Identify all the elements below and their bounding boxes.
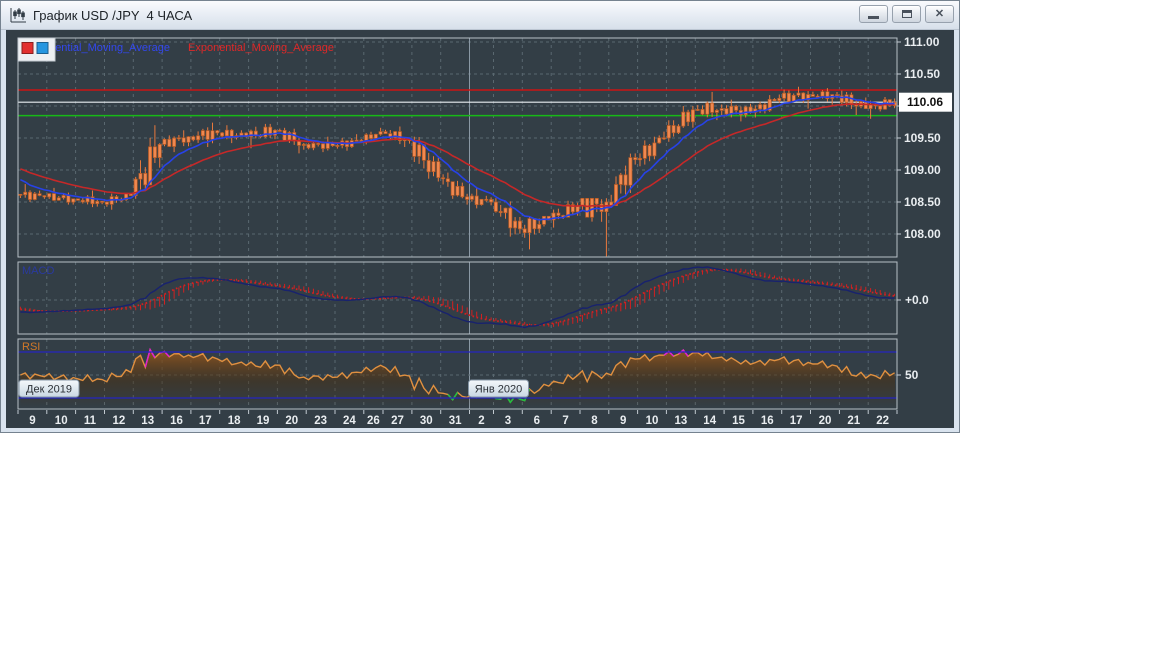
svg-text:21: 21 bbox=[847, 415, 860, 427]
chart-client-area[interactable]: 111.00110.50110.00109.50109.00108.50108.… bbox=[6, 30, 954, 428]
svg-text:15: 15 bbox=[732, 415, 745, 427]
svg-text:20: 20 bbox=[819, 415, 832, 427]
legend-red-swatch bbox=[21, 42, 34, 54]
legend-blue-swatch bbox=[36, 42, 49, 54]
svg-text:110.06: 110.06 bbox=[907, 95, 943, 109]
svg-text:3: 3 bbox=[505, 415, 511, 427]
svg-text:18: 18 bbox=[228, 415, 241, 427]
svg-text:108.50: 108.50 bbox=[904, 195, 941, 209]
current-price-tag: 110.06 bbox=[899, 92, 952, 112]
close-icon: ✕ bbox=[934, 7, 945, 20]
svg-text:7: 7 bbox=[562, 415, 568, 427]
svg-text:+0.0: +0.0 bbox=[905, 293, 929, 307]
svg-text:Янв 2020: Янв 2020 bbox=[475, 384, 522, 396]
svg-text:23: 23 bbox=[314, 415, 327, 427]
minimize-button[interactable] bbox=[859, 5, 888, 23]
minimize-icon bbox=[868, 16, 879, 19]
svg-text:13: 13 bbox=[675, 415, 688, 427]
svg-text:10: 10 bbox=[646, 415, 659, 427]
chart-canvas[interactable]: 111.00110.50110.00109.50109.00108.50108.… bbox=[6, 30, 954, 428]
svg-text:RSI: RSI bbox=[22, 341, 40, 353]
restore-icon bbox=[901, 10, 912, 18]
svg-text:2: 2 bbox=[478, 415, 484, 427]
svg-text:27: 27 bbox=[391, 415, 404, 427]
svg-text:30: 30 bbox=[420, 415, 433, 427]
svg-text:108.00: 108.00 bbox=[904, 227, 941, 241]
svg-text:16: 16 bbox=[170, 415, 183, 427]
svg-text:22: 22 bbox=[876, 415, 889, 427]
svg-text:6: 6 bbox=[534, 415, 540, 427]
candlestick-chart-icon bbox=[9, 7, 27, 23]
svg-text:10: 10 bbox=[55, 415, 68, 427]
svg-text:8: 8 bbox=[591, 415, 598, 427]
svg-text:26: 26 bbox=[367, 415, 380, 427]
svg-text:9: 9 bbox=[29, 415, 35, 427]
svg-text:9: 9 bbox=[620, 415, 626, 427]
svg-text:109.00: 109.00 bbox=[904, 163, 941, 177]
svg-text:17: 17 bbox=[199, 415, 212, 427]
window-controls: ✕ bbox=[859, 5, 954, 23]
svg-text:11: 11 bbox=[84, 415, 97, 427]
svg-text:109.50: 109.50 bbox=[904, 131, 941, 145]
svg-text:110.50: 110.50 bbox=[904, 67, 940, 81]
window-title: График USD /JPY 4 ЧАСА bbox=[33, 7, 193, 23]
svg-text:Exponential_Moving_Average: Exponential_Moving_Average bbox=[188, 42, 334, 54]
month-label-dec: Дек 2019 bbox=[18, 379, 80, 398]
svg-text:16: 16 bbox=[761, 415, 774, 427]
svg-text:20: 20 bbox=[285, 415, 298, 427]
svg-text:19: 19 bbox=[257, 415, 270, 427]
svg-text:12: 12 bbox=[113, 415, 126, 427]
title-bar[interactable]: График USD /JPY 4 ЧАСА ✕ bbox=[1, 1, 959, 30]
month-label-jan: Янв 2020 bbox=[468, 379, 529, 398]
svg-text:50: 50 bbox=[905, 368, 919, 382]
svg-text:24: 24 bbox=[343, 415, 356, 427]
svg-text:14: 14 bbox=[703, 415, 716, 427]
svg-text:111.00: 111.00 bbox=[904, 35, 940, 49]
svg-text:Дек 2019: Дек 2019 bbox=[26, 384, 72, 396]
svg-text:MACD: MACD bbox=[22, 265, 54, 277]
maximize-button[interactable] bbox=[892, 5, 921, 23]
svg-text:31: 31 bbox=[449, 415, 462, 427]
svg-text:17: 17 bbox=[790, 415, 803, 427]
svg-text:13: 13 bbox=[141, 415, 154, 427]
close-button[interactable]: ✕ bbox=[925, 5, 954, 23]
chart-window: График USD /JPY 4 ЧАСА ✕ 111.00 110.50 110… bbox=[0, 0, 960, 433]
